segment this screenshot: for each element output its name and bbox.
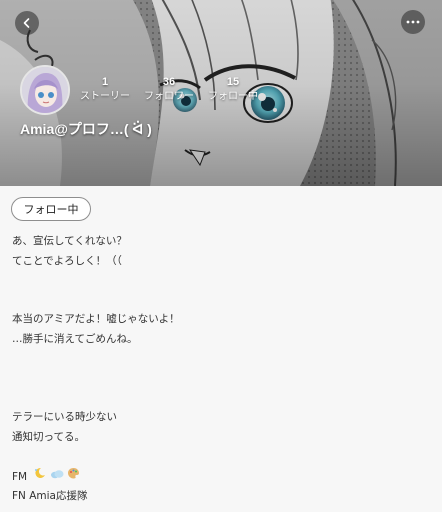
bio-line: …勝手に消えてごめんね。 xyxy=(12,332,138,345)
stat-stories[interactable]: 1 ストーリー xyxy=(80,76,130,104)
bio-line xyxy=(12,291,432,311)
cloud-icon xyxy=(50,467,64,487)
sparkle-moon-icon xyxy=(33,467,46,487)
following-button[interactable]: フォロー中 xyxy=(11,197,91,221)
bio-line: 通知切ってる。 xyxy=(12,430,85,443)
stat-following-label: フォロー中 xyxy=(208,91,258,102)
bio-line-fm: FM xyxy=(12,467,432,487)
stat-following[interactable]: 15 フォロー中 xyxy=(205,76,261,104)
bio-line xyxy=(12,369,432,389)
bio-line: テラーにいる時少ない xyxy=(12,411,117,424)
bio-fm-text: FM xyxy=(12,470,28,483)
stat-followers-label: フォロワー xyxy=(144,91,194,102)
bio-line: てことでよろしく！（（ xyxy=(12,254,122,267)
bio-line xyxy=(12,271,432,291)
palette-icon xyxy=(67,467,80,487)
profile-bio: あ、宣伝してくれない？ てことでよろしく！（（ 本当のアミアだよ！嘘じゃないよ！… xyxy=(12,232,432,506)
bio-line xyxy=(12,448,432,468)
bio-line xyxy=(12,389,432,409)
stat-followers-count: 36 xyxy=(162,76,176,88)
more-horizontal-icon xyxy=(406,20,420,24)
stat-following-count: 15 xyxy=(226,76,240,88)
more-options-button[interactable] xyxy=(401,10,425,34)
bio-line: 本当のアミアだよ！嘘じゃないよ！ xyxy=(12,313,180,326)
chevron-left-icon xyxy=(23,18,30,28)
back-button[interactable] xyxy=(15,11,39,35)
profile-page: 1 ストーリー 36 フォロワー 15 フォロー中 Amia@プロフ…( ᐛ )… xyxy=(0,0,442,512)
avatar[interactable] xyxy=(20,65,70,115)
stat-stories-count: 1 xyxy=(101,76,109,88)
stat-stories-label: ストーリー xyxy=(80,91,130,102)
stat-followers[interactable]: 36 フォロワー xyxy=(141,76,197,104)
bio-line xyxy=(12,350,432,370)
profile-header: 1 ストーリー 36 フォロワー 15 フォロー中 Amia@プロフ…( ᐛ ) xyxy=(0,0,442,186)
bio-line: あ、宣伝してくれない？ xyxy=(12,235,127,247)
avatar-image xyxy=(22,67,68,113)
profile-name: Amia@プロフ…( ᐛ ) xyxy=(20,121,152,137)
bio-line: FN Amia応援隊 xyxy=(12,489,88,502)
